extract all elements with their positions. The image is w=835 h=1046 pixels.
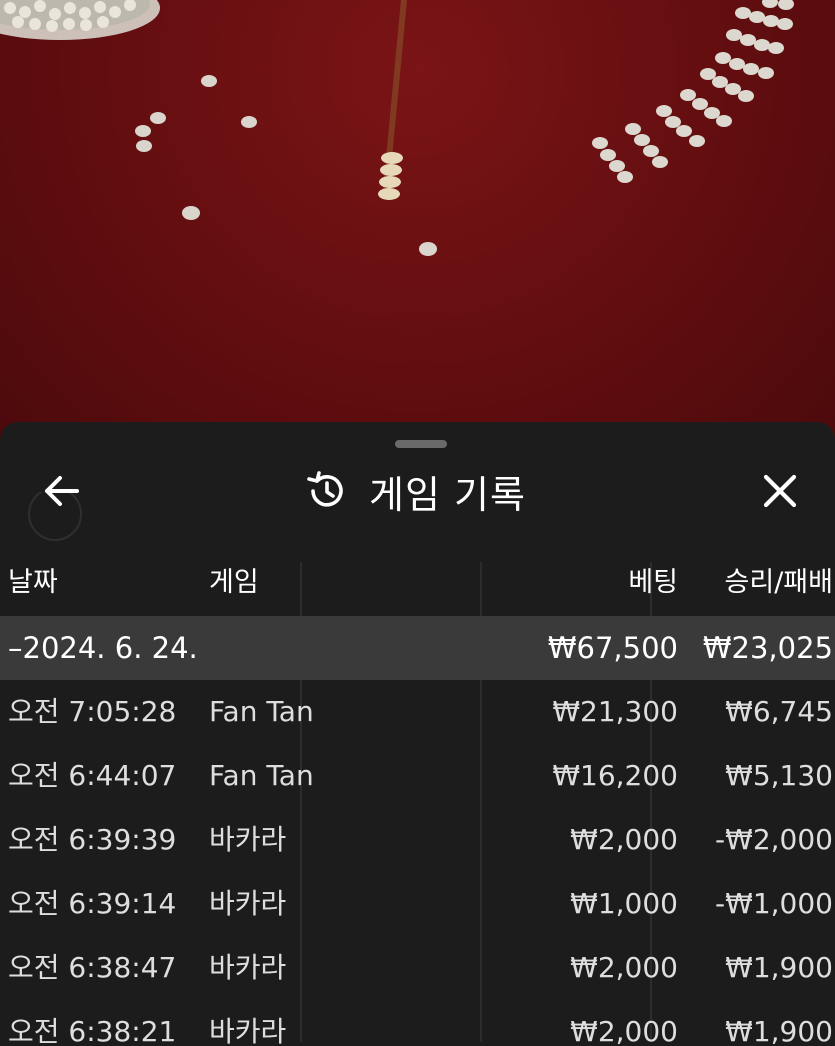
row-game: 바카라: [209, 1015, 287, 1046]
table-row[interactable]: 오전 6:44:07 Fan Tan ₩16,200 ₩5,130: [0, 744, 835, 808]
back-button[interactable]: [36, 468, 86, 514]
drag-handle[interactable]: [395, 440, 447, 448]
row-game: 바카라: [209, 951, 287, 984]
row-bet: ₩16,200: [552, 759, 678, 792]
table-row[interactable]: 오전 6:39:39 바카라 ₩2,000 -₩2,000: [0, 808, 835, 872]
row-win-loss: ₩1,900: [725, 1015, 833, 1046]
table-row[interactable]: 오전 6:38:47 바카라 ₩2,000 ₩1,900: [0, 936, 835, 1000]
header-date: 날짜: [8, 567, 58, 598]
row-game: Fan Tan: [209, 759, 314, 792]
row-bet: ₩21,300: [552, 695, 678, 728]
sheet-header: 게임 기록: [0, 458, 835, 522]
header-bet: 베팅: [628, 567, 678, 598]
row-game: Fan Tan: [209, 695, 314, 728]
sheet-title: 게임 기록: [369, 472, 526, 517]
close-x-icon: [763, 474, 797, 508]
row-time: 오전 6:39:14: [8, 887, 177, 920]
close-button[interactable]: [755, 468, 805, 514]
arrow-left-icon: [45, 476, 79, 506]
sheet-title-group: 게임 기록: [305, 466, 526, 517]
history-table: 날짜 게임 베팅 승리/패배 –2024. 6. 24. ₩67,500 ₩23…: [0, 550, 835, 1046]
row-time: 오전 6:38:21: [8, 1015, 177, 1046]
row-time: 오전 7:05:28: [8, 695, 177, 728]
table-header-row: 날짜 게임 베팅 승리/패배: [0, 550, 835, 616]
row-bet: ₩2,000: [570, 951, 678, 984]
app-screen: 게임 기록 날짜 게임 베팅 승리/패배 –2024. 6. 24. ₩67,5…: [0, 0, 835, 1046]
live-game-video: [0, 0, 835, 470]
header-win-loss: 승리/패배: [724, 567, 833, 598]
row-game: 바카라: [209, 887, 287, 920]
row-time: 오전 6:39:39: [8, 823, 177, 856]
row-game: 바카라: [209, 823, 287, 856]
row-win-loss: ₩1,900: [725, 951, 833, 984]
table-row[interactable]: 오전 6:38:21 바카라 ₩2,000 ₩1,900: [0, 1000, 835, 1046]
row-win-loss: -₩1,000: [715, 887, 833, 920]
row-bet: ₩2,000: [570, 1015, 678, 1046]
group-bet-total: ₩67,500: [547, 631, 678, 665]
table-row[interactable]: 오전 6:39:14 바카라 ₩1,000 -₩1,000: [0, 872, 835, 936]
group-win-loss-total: ₩23,025: [702, 631, 833, 665]
game-history-sheet: 게임 기록 날짜 게임 베팅 승리/패배 –2024. 6. 24. ₩67,5…: [0, 422, 835, 1046]
group-date: –2024. 6. 24.: [8, 631, 198, 665]
row-time: 오전 6:38:47: [8, 951, 177, 984]
table-row[interactable]: 오전 7:05:28 Fan Tan ₩21,300 ₩6,745: [0, 680, 835, 744]
header-game: 게임: [209, 567, 259, 598]
row-win-loss: -₩2,000: [715, 823, 833, 856]
row-win-loss: ₩5,130: [725, 759, 833, 792]
row-win-loss: ₩6,745: [725, 695, 833, 728]
row-time: 오전 6:44:07: [8, 759, 177, 792]
history-clock-icon: [305, 470, 347, 512]
fan-tan-table-scene: [0, 0, 794, 256]
row-bet: ₩1,000: [570, 887, 678, 920]
date-group-row[interactable]: –2024. 6. 24. ₩67,500 ₩23,025: [0, 616, 835, 680]
row-bet: ₩2,000: [570, 823, 678, 856]
